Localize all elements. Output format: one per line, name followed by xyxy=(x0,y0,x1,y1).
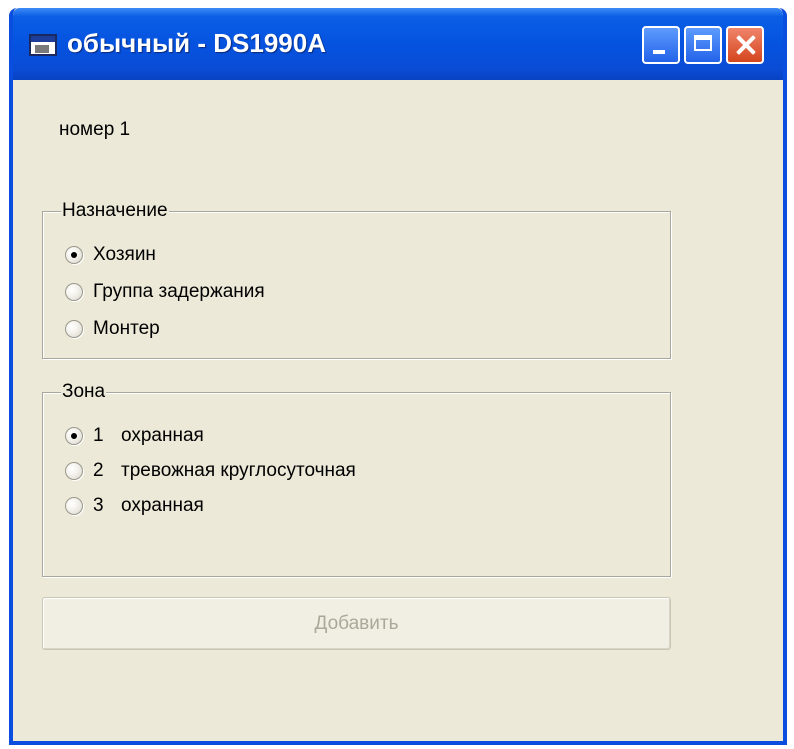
minimize-icon[interactable] xyxy=(642,26,680,64)
zone-option-2[interactable]: 2 тревожная круглосуточная xyxy=(65,460,356,482)
purpose-option-owner[interactable]: Хозяин xyxy=(65,244,156,266)
zone-option-3[interactable]: 3 охранная xyxy=(65,495,204,517)
add-button[interactable]: Добавить xyxy=(42,597,671,650)
zone-option-label: тревожная круглосуточная xyxy=(121,460,356,481)
maximize-icon[interactable] xyxy=(684,26,722,64)
radio-button-checked-icon[interactable] xyxy=(65,246,83,264)
number-label: номер 1 xyxy=(59,119,131,140)
zone-option-1[interactable]: 1 охранная xyxy=(65,425,204,447)
zone-number: 1 xyxy=(93,425,104,446)
zone-number: 2 xyxy=(93,460,104,481)
app-window-icon[interactable] xyxy=(29,34,57,56)
purpose-option-label: Монтер xyxy=(93,318,160,339)
radio-button-checked-icon[interactable] xyxy=(65,427,83,445)
purpose-option-label: Хозяин xyxy=(93,244,156,265)
purpose-option-label: Группа задержания xyxy=(93,281,265,302)
purpose-groupbox: Назначение Хозяин Группа задержания Монт… xyxy=(42,200,671,359)
title-bar[interactable]: обычный - DS1990A xyxy=(13,8,783,80)
radio-button-icon[interactable] xyxy=(65,462,83,480)
zone-option-label: охранная xyxy=(121,425,204,446)
zone-legend: Зона xyxy=(61,381,107,403)
zone-number: 3 xyxy=(93,495,104,516)
purpose-legend: Назначение xyxy=(61,200,169,222)
purpose-option-response-group[interactable]: Группа задержания xyxy=(65,281,265,303)
zone-groupbox: Зона 1 охранная 2 тревожная круглосуточн… xyxy=(42,381,671,577)
purpose-option-installer[interactable]: Монтер xyxy=(65,318,160,340)
radio-button-icon[interactable] xyxy=(65,497,83,515)
zone-option-label: охранная xyxy=(121,495,204,516)
close-icon[interactable] xyxy=(726,26,764,64)
radio-button-icon[interactable] xyxy=(65,320,83,338)
radio-button-icon[interactable] xyxy=(65,283,83,301)
dialog-window: обычный - DS1990A номер 1 Назначение Хоз… xyxy=(9,8,787,745)
window-title: обычный - DS1990A xyxy=(67,28,326,58)
